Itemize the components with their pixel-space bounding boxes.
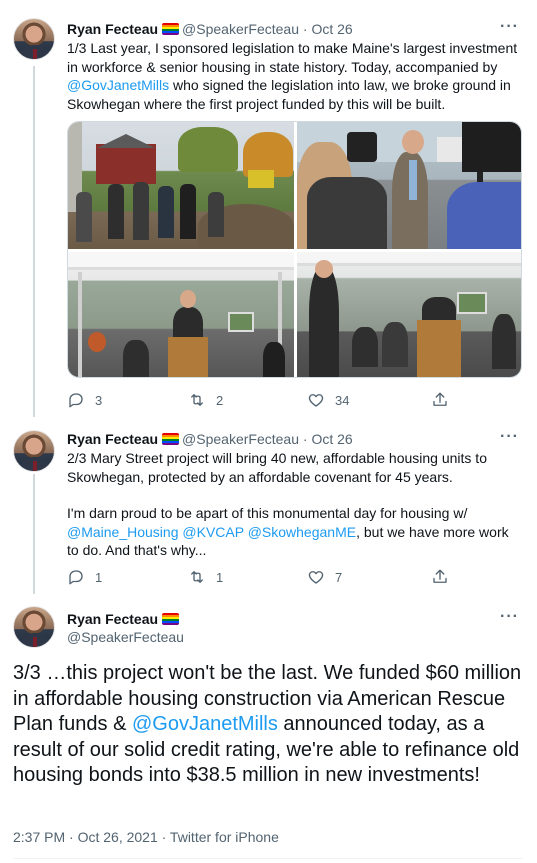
tweet-text: 1/3 Last year, I sponsored legislation t… (67, 39, 522, 113)
share-button[interactable] (431, 391, 449, 409)
separator: · (302, 21, 308, 37)
tweet-1[interactable]: Ryan Fecteau @SpeakerFecteau · Oct 26 ···… (0, 0, 537, 420)
tweet-date[interactable]: Oct 26 (311, 21, 352, 37)
author-name[interactable]: Ryan Fecteau (67, 21, 158, 37)
divider (13, 858, 523, 859)
tweet-text-paragraph: 2/3 Mary Street project will bring 40 ne… (67, 450, 487, 485)
tweet-header: Ryan Fecteau @SpeakerFecteau · Oct 26 (67, 20, 353, 38)
more-icon[interactable]: ··· (500, 428, 519, 446)
share-icon (433, 569, 447, 583)
author-name[interactable]: Ryan Fecteau (67, 611, 158, 627)
retweet-count: 2 (216, 392, 224, 408)
photo-grid[interactable] (67, 121, 522, 378)
tweet-text-paragraph: I'm darn proud to be apart of this monum… (67, 504, 522, 560)
retweet-icon (191, 571, 203, 583)
like-icon (308, 394, 324, 407)
reply-count: 3 (95, 392, 103, 408)
avatar[interactable] (13, 606, 55, 648)
author-name[interactable]: Ryan Fecteau (67, 431, 158, 447)
retweet-count: 1 (216, 569, 224, 585)
author-handle[interactable]: @SpeakerFecteau (182, 21, 299, 37)
mention-link[interactable]: @SkowheganME (248, 524, 356, 540)
rainbow-flag-icon (162, 433, 180, 445)
photo-speaker-seated[interactable] (297, 252, 521, 377)
more-icon[interactable]: ··· (500, 608, 519, 626)
mention-link[interactable]: @GovJanetMills (132, 713, 278, 735)
share-icon (433, 392, 447, 406)
rainbow-flag-icon (162, 23, 180, 35)
tweet-timestamp[interactable]: 2:37 PM · Oct 26, 2021 · Twitter for iPh… (13, 829, 279, 845)
retweet-icon (191, 394, 203, 406)
photo-interview[interactable] (297, 122, 521, 249)
reply-icon (69, 393, 83, 408)
tweet-date[interactable]: Oct 26 (311, 431, 352, 447)
mention-link[interactable]: @KVCAP (182, 524, 243, 540)
rainbow-flag-icon (162, 613, 180, 625)
avatar[interactable] (13, 18, 55, 60)
photo-podium-tent[interactable] (68, 252, 294, 377)
more-icon[interactable]: ··· (500, 18, 519, 36)
like-count: 34 (335, 392, 350, 408)
author-handle[interactable]: @SpeakerFecteau (67, 628, 184, 646)
reply-button[interactable]: 3 (67, 391, 102, 409)
tweet-header: Ryan Fecteau @SpeakerFecteau · Oct 26 (67, 430, 353, 448)
mention-link[interactable]: @GovJanetMills (67, 77, 169, 93)
tweet-header: Ryan Fecteau (67, 610, 182, 628)
like-count: 7 (335, 569, 343, 585)
retweet-button[interactable]: 2 (188, 391, 223, 409)
reply-count: 1 (95, 569, 103, 585)
like-button[interactable]: 34 (307, 391, 349, 409)
tweet-actions: 3 2 34 (67, 391, 487, 411)
separator: · (302, 431, 308, 447)
reply-icon (69, 570, 83, 585)
author-handle[interactable]: @SpeakerFecteau (182, 431, 299, 447)
retweet-button[interactable]: 1 (188, 568, 223, 586)
tweet-2[interactable]: Ryan Fecteau @SpeakerFecteau · Oct 26 ···… (0, 420, 537, 600)
main-tweet-text: 3/3 …this project won't be the last. We … (13, 661, 528, 789)
photo-groundbreaking[interactable] (68, 122, 294, 249)
tweet-actions: 1 1 7 (67, 568, 487, 588)
share-button[interactable] (431, 568, 449, 586)
like-icon (308, 571, 324, 584)
tweet-text: 2/3 Mary Street project will bring 40 ne… (67, 449, 522, 560)
avatar[interactable] (13, 430, 55, 472)
tweet-text-segment: 1/3 Last year, I sponsored legislation t… (67, 40, 518, 75)
like-button[interactable]: 7 (307, 568, 342, 586)
tweet-text-segment: I'm darn proud to be apart of this monum… (67, 505, 468, 521)
mention-link[interactable]: @Maine_Housing (67, 524, 179, 540)
reply-button[interactable]: 1 (67, 568, 102, 586)
